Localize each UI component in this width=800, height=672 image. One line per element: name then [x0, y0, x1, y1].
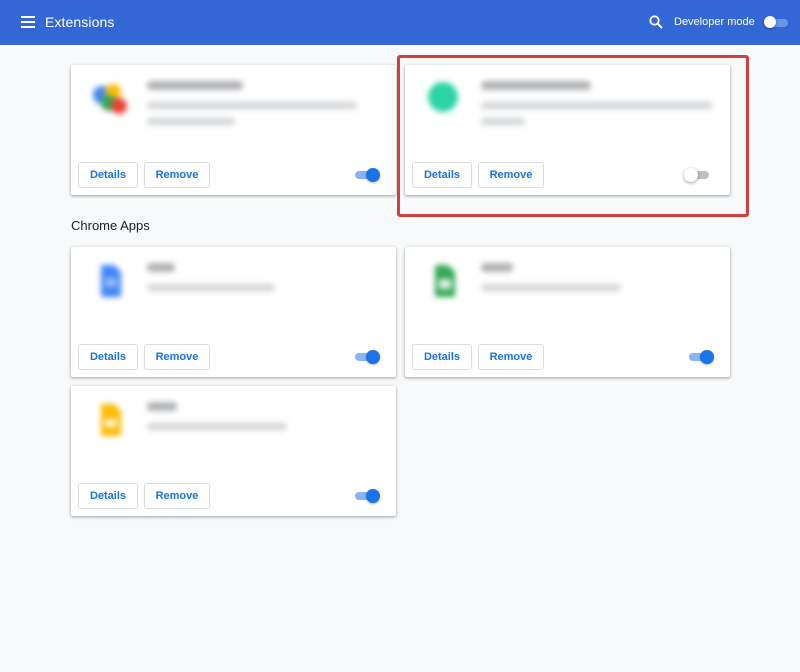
remove-button[interactable]: Remove — [144, 483, 210, 509]
details-button[interactable]: Details — [78, 483, 138, 509]
extension-icon — [89, 79, 129, 119]
extension-icon — [423, 79, 463, 119]
remove-button[interactable]: Remove — [478, 162, 544, 188]
enable-toggle[interactable] — [688, 350, 714, 364]
app-card: Details Remove — [71, 247, 396, 377]
enable-toggle[interactable] — [684, 168, 710, 182]
top-toolbar: Extensions Developer mode — [0, 0, 800, 45]
app-description-redacted — [147, 284, 275, 291]
app-name-redacted — [481, 263, 513, 272]
app-description-redacted — [481, 284, 621, 291]
docs-app-icon — [89, 261, 129, 301]
extension-card: Details Remove — [71, 65, 396, 195]
hamburger-menu-icon[interactable] — [21, 16, 35, 28]
page-title: Extensions — [45, 14, 115, 30]
app-card: Details Remove — [71, 386, 396, 516]
sheets-app-icon — [423, 261, 463, 301]
extension-description-redacted — [147, 102, 357, 109]
extension-description-redacted — [147, 118, 235, 125]
extension-card: Details Remove — [405, 65, 730, 195]
search-icon[interactable] — [649, 15, 663, 29]
app-description-redacted — [147, 423, 287, 430]
app-card: Details Remove — [405, 247, 730, 377]
remove-button[interactable]: Remove — [478, 344, 544, 370]
enable-toggle[interactable] — [354, 168, 380, 182]
details-button[interactable]: Details — [412, 344, 472, 370]
extension-description-redacted — [481, 118, 525, 125]
details-button[interactable]: Details — [78, 344, 138, 370]
enable-toggle[interactable] — [354, 350, 380, 364]
app-name-redacted — [147, 263, 175, 272]
details-button[interactable]: Details — [412, 162, 472, 188]
slides-app-icon — [89, 400, 129, 440]
app-name-redacted — [147, 402, 177, 411]
section-heading-chrome-apps: Chrome Apps — [71, 218, 150, 233]
developer-mode-toggle[interactable] — [764, 16, 788, 28]
details-button[interactable]: Details — [78, 162, 138, 188]
developer-mode-label: Developer mode — [674, 16, 755, 28]
extension-description-redacted — [481, 102, 713, 109]
extension-name-redacted — [481, 81, 591, 90]
remove-button[interactable]: Remove — [144, 162, 210, 188]
enable-toggle[interactable] — [354, 489, 380, 503]
extension-name-redacted — [147, 81, 243, 90]
remove-button[interactable]: Remove — [144, 344, 210, 370]
